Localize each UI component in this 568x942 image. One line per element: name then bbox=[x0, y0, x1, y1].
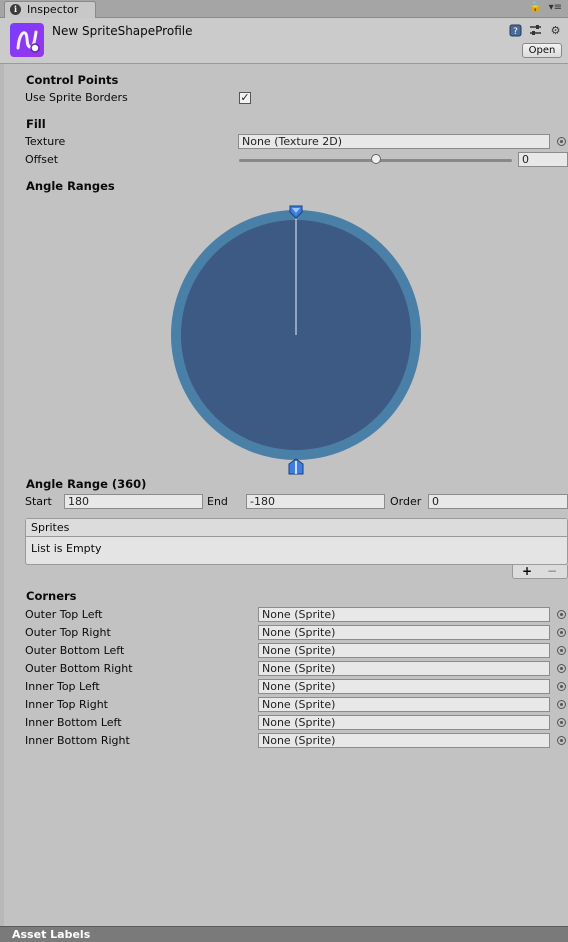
asset-labels-bar[interactable]: Asset Labels bbox=[0, 926, 568, 942]
texture-field[interactable]: None (Texture 2D) bbox=[238, 134, 550, 149]
corner-sprite-field[interactable]: None (Sprite) bbox=[258, 643, 550, 658]
inspector-header: New SpriteShapeProfile ? ⚙ Open bbox=[0, 18, 568, 64]
offset-slider-thumb[interactable] bbox=[370, 154, 381, 164]
asset-name: New SpriteShapeProfile bbox=[52, 24, 193, 38]
corner-picker-icon[interactable] bbox=[557, 718, 566, 727]
corner-label: Inner Top Left bbox=[25, 680, 100, 693]
tab-bar: i Inspector 🔒 ▾≡ bbox=[0, 0, 568, 18]
header-icons: ? ⚙ bbox=[509, 24, 562, 37]
sprites-list-empty: List is Empty bbox=[31, 542, 102, 555]
end-label: End bbox=[207, 495, 228, 508]
info-icon: i bbox=[10, 4, 21, 15]
preset-sliders-icon[interactable] bbox=[529, 24, 542, 37]
texture-picker-icon[interactable] bbox=[557, 137, 566, 146]
corner-sprite-field[interactable]: None (Sprite) bbox=[258, 733, 550, 748]
sprites-list-header: Sprites bbox=[26, 519, 567, 537]
asset-labels-label: Asset Labels bbox=[12, 928, 91, 941]
help-book-icon[interactable]: ? bbox=[509, 24, 522, 37]
gear-icon[interactable]: ⚙ bbox=[549, 24, 562, 37]
tab-inspector[interactable]: i Inspector bbox=[4, 1, 96, 18]
order-label: Order bbox=[390, 495, 422, 508]
corner-picker-icon[interactable] bbox=[557, 610, 566, 619]
end-field[interactable]: -180 bbox=[246, 494, 385, 509]
corner-sprite-field[interactable]: None (Sprite) bbox=[258, 715, 550, 730]
sprites-list-footer: + − bbox=[512, 564, 568, 579]
add-sprite-button[interactable]: + bbox=[522, 564, 532, 578]
tab-menu-icon[interactable]: ▾≡ bbox=[549, 2, 562, 13]
corner-picker-icon[interactable] bbox=[557, 664, 566, 673]
sprite-shape-profile-icon bbox=[10, 23, 44, 57]
corner-picker-icon[interactable] bbox=[557, 682, 566, 691]
angle-ranges-title: Angle Ranges bbox=[26, 179, 115, 193]
angle-range-editor[interactable] bbox=[164, 202, 428, 478]
texture-label: Texture bbox=[25, 135, 66, 148]
control-points-title: Control Points bbox=[26, 73, 119, 87]
remove-sprite-button[interactable]: − bbox=[547, 564, 557, 578]
lock-icon[interactable]: 🔒 bbox=[529, 2, 541, 13]
corner-picker-icon[interactable] bbox=[557, 646, 566, 655]
corner-sprite-field[interactable]: None (Sprite) bbox=[258, 625, 550, 640]
tab-label: Inspector bbox=[27, 3, 79, 16]
corner-picker-icon[interactable] bbox=[557, 736, 566, 745]
corner-sprite-field[interactable]: None (Sprite) bbox=[258, 679, 550, 694]
corner-sprite-field[interactable]: None (Sprite) bbox=[258, 697, 550, 712]
start-label: Start bbox=[25, 495, 52, 508]
order-field[interactable]: 0 bbox=[428, 494, 568, 509]
corner-sprite-field[interactable]: None (Sprite) bbox=[258, 661, 550, 676]
inspector-content: Control Points Use Sprite Borders ✓ Fill… bbox=[0, 64, 568, 926]
tab-tools: 🔒 ▾≡ bbox=[525, 2, 562, 13]
corner-label: Outer Bottom Left bbox=[25, 644, 125, 657]
angle-range-title: Angle Range (360) bbox=[26, 477, 147, 491]
offset-field[interactable]: 0 bbox=[518, 152, 568, 167]
corner-label: Outer Top Left bbox=[25, 608, 103, 621]
use-sprite-borders-label: Use Sprite Borders bbox=[25, 91, 128, 104]
corner-label: Outer Bottom Right bbox=[25, 662, 133, 675]
svg-text:?: ? bbox=[513, 27, 518, 37]
corner-sprite-field[interactable]: None (Sprite) bbox=[258, 607, 550, 622]
corner-label: Inner Top Right bbox=[25, 698, 108, 711]
use-sprite-borders-checkbox[interactable]: ✓ bbox=[239, 92, 251, 104]
fill-title: Fill bbox=[26, 117, 46, 131]
corner-picker-icon[interactable] bbox=[557, 700, 566, 709]
corner-label: Inner Bottom Right bbox=[25, 734, 130, 747]
corner-label: Outer Top Right bbox=[25, 626, 111, 639]
open-button[interactable]: Open bbox=[522, 43, 562, 58]
sprites-list: Sprites List is Empty bbox=[25, 518, 568, 565]
corners-title: Corners bbox=[26, 589, 77, 603]
corner-picker-icon[interactable] bbox=[557, 628, 566, 637]
offset-label: Offset bbox=[25, 153, 59, 166]
corner-label: Inner Bottom Left bbox=[25, 716, 122, 729]
preview-marker-icon bbox=[288, 458, 304, 475]
start-field[interactable]: 180 bbox=[64, 494, 203, 509]
